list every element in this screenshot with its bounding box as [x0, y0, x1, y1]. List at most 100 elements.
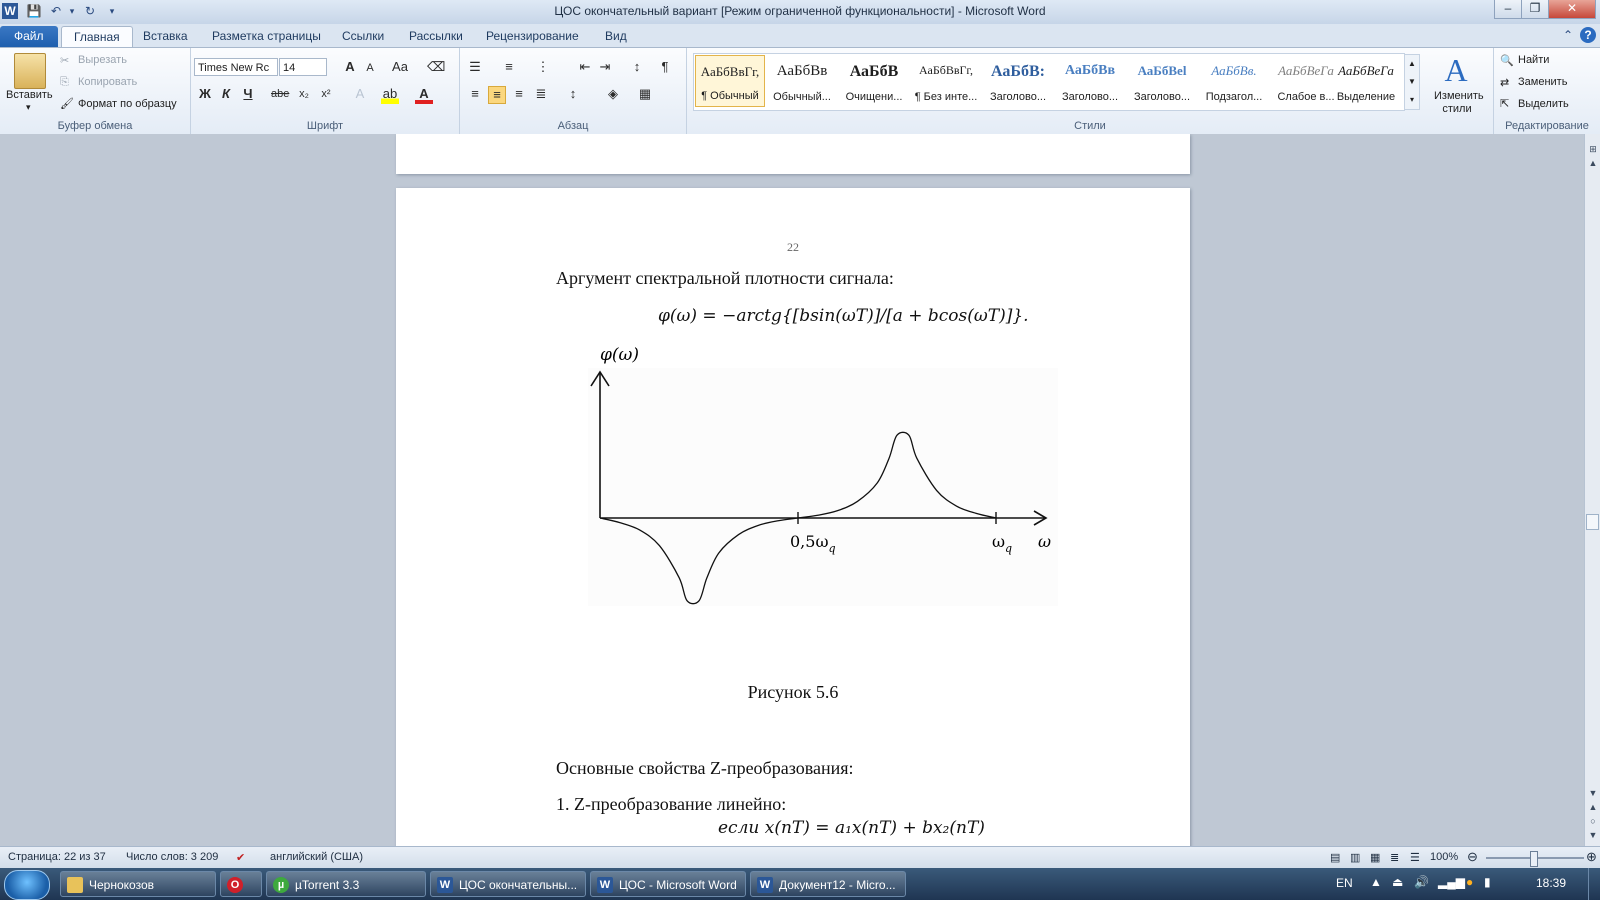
borders-icon[interactable]: ▦	[636, 86, 654, 104]
align-right-icon[interactable]: ≡	[510, 86, 528, 104]
tab-review[interactable]: Рецензирование	[474, 26, 591, 47]
decrease-indent-icon[interactable]: ⇤	[576, 59, 594, 77]
proofing-icon[interactable]: ✔	[236, 851, 245, 864]
numbering-icon[interactable]: ≡	[500, 59, 518, 77]
browse-object-button[interactable]: ○	[1585, 814, 1600, 828]
align-left-icon[interactable]: ≡	[466, 86, 484, 104]
show-desktop-button[interactable]	[1588, 868, 1600, 900]
show-hidden-icons-icon[interactable]: ▲	[1370, 875, 1382, 889]
document-page[interactable]: 22 Аргумент спектральной плотности сигна…	[396, 188, 1190, 846]
taskbar-item-opera[interactable]: O	[220, 871, 262, 897]
tab-insert[interactable]: Вставка	[131, 26, 200, 47]
multilevel-list-icon[interactable]: ⋮	[534, 59, 552, 77]
tray-battery-icon[interactable]: ▮	[1484, 875, 1491, 889]
bullets-icon[interactable]: ☰	[466, 59, 484, 77]
replace-button[interactable]: Заменить	[1518, 76, 1567, 88]
bold-button[interactable]: Ж	[196, 86, 214, 104]
style-emphasis[interactable]: АаБбВеГа Выделение	[1331, 55, 1401, 107]
style-normal[interactable]: АаБбВвГг, ¶ Обычный	[695, 55, 765, 107]
page-count[interactable]: Страница: 22 из 37	[8, 851, 106, 863]
document-area[interactable]: 22 Аргумент спектральной плотности сигна…	[0, 134, 1584, 846]
tab-home[interactable]: Главная	[61, 26, 133, 48]
scroll-up-button[interactable]: ▲	[1585, 156, 1600, 170]
tab-references[interactable]: Ссылки	[330, 26, 396, 47]
style-heading-2[interactable]: АаБбВв Заголово...	[1055, 55, 1125, 107]
grow-font-icon[interactable]: A	[341, 59, 359, 77]
paste-icon[interactable]	[14, 53, 46, 89]
increase-indent-icon[interactable]: ⇥	[596, 59, 614, 77]
superscript-button[interactable]: x²	[317, 86, 335, 104]
taskbar-item-explorer[interactable]: Чернокозов	[60, 871, 216, 897]
style-heading-1[interactable]: АаБбВ: Заголово...	[983, 55, 1053, 107]
style-no-spacing[interactable]: АаБбВвГг, ¶ Без инте...	[911, 55, 981, 107]
cut-button[interactable]: Вырезать	[78, 54, 127, 66]
network-icon[interactable]: ▂▄▆	[1438, 875, 1465, 889]
text-effects-icon[interactable]: A	[351, 86, 369, 104]
language-indicator[interactable]: английский (США)	[270, 851, 363, 863]
underline-button[interactable]: Ч	[239, 86, 257, 104]
find-button[interactable]: Найти	[1518, 54, 1549, 66]
change-case-icon[interactable]: Aa	[391, 59, 409, 77]
clear-formatting-icon[interactable]: ⌫	[427, 59, 445, 77]
zoom-in-button[interactable]: ⊕	[1586, 849, 1597, 865]
close-button[interactable]: ✕	[1548, 0, 1596, 19]
scroll-down-button[interactable]: ▼	[1585, 786, 1600, 800]
strikethrough-button[interactable]: abe	[271, 86, 289, 104]
font-size-select[interactable]: 14	[279, 58, 327, 76]
previous-page-button[interactable]: ▲	[1585, 800, 1600, 814]
style-clear[interactable]: АаБбВ Очищени...	[839, 55, 909, 107]
paste-dropdown-icon[interactable]: ▾	[26, 102, 31, 113]
print-layout-icon[interactable]: ▤	[1330, 851, 1340, 864]
vertical-scrollbar[interactable]: ⊞ ▲ ▼ ▲ ○ ▼	[1584, 134, 1600, 846]
copy-button[interactable]: Копировать	[78, 76, 137, 88]
tab-view[interactable]: Вид	[593, 26, 639, 47]
sort-icon[interactable]: ↕	[628, 59, 646, 77]
paste-button[interactable]: Вставить	[6, 89, 53, 101]
web-layout-icon[interactable]: ▦	[1370, 851, 1380, 864]
subscript-button[interactable]: x₂	[295, 86, 313, 104]
taskbar-item-word-3[interactable]: W Документ12 - Micro...	[750, 871, 906, 897]
change-styles-icon[interactable]: A	[1438, 52, 1474, 88]
font-family-select[interactable]: Times New Rc	[194, 58, 278, 76]
italic-button[interactable]: К	[217, 86, 235, 104]
tab-page-layout[interactable]: Разметка страницы	[200, 26, 333, 47]
tray-usb-icon[interactable]: ⏏	[1392, 875, 1403, 889]
minimize-ribbon-icon[interactable]: ⌃	[1560, 27, 1576, 43]
clock[interactable]: 18:39	[1536, 876, 1566, 890]
zoom-out-button[interactable]: ⊖	[1467, 849, 1478, 865]
align-center-icon[interactable]: ≡	[488, 86, 506, 104]
style-subtitle[interactable]: АаБбВв. Подзагол...	[1199, 55, 1269, 107]
restore-button[interactable]: ❐	[1521, 0, 1549, 19]
taskbar-item-word-1[interactable]: W ЦОС окончательны...	[430, 871, 586, 897]
start-button[interactable]	[4, 870, 50, 900]
change-styles-button[interactable]: Изменить стили	[1434, 90, 1484, 116]
next-page-button[interactable]: ▼	[1585, 828, 1600, 842]
justify-icon[interactable]: ≣	[532, 86, 550, 104]
taskbar-item-word-2[interactable]: W ЦОС - Microsoft Word	[590, 871, 746, 897]
shrink-font-icon[interactable]: A	[361, 60, 379, 78]
full-screen-icon[interactable]: ▥	[1350, 851, 1360, 864]
tab-file[interactable]: Файл	[0, 26, 58, 47]
help-icon[interactable]: ?	[1580, 27, 1596, 43]
style-normal-2[interactable]: АаБбВв Обычный...	[767, 55, 837, 107]
shading-icon[interactable]: ◈	[604, 86, 622, 104]
draft-icon[interactable]: ☰	[1410, 851, 1420, 864]
style-heading-3[interactable]: АаБбВеl Заголово...	[1127, 55, 1197, 107]
line-spacing-icon[interactable]: ↕	[564, 86, 582, 104]
font-color-icon[interactable]: A	[415, 86, 433, 104]
tab-mailings[interactable]: Рассылки	[397, 26, 475, 47]
ruler-toggle-icon[interactable]: ⊞	[1585, 142, 1600, 156]
show-formatting-icon[interactable]: ¶	[656, 59, 674, 77]
zoom-slider-thumb[interactable]	[1530, 851, 1538, 867]
tray-app-icon[interactable]: ●	[1466, 875, 1473, 889]
styles-gallery-scroll[interactable]: ▲ ▼ ▾	[1404, 54, 1420, 110]
scroll-thumb[interactable]	[1586, 514, 1599, 530]
format-painter-button[interactable]: Формат по образцу	[78, 98, 177, 110]
volume-icon[interactable]: 🔊	[1414, 875, 1429, 889]
select-button[interactable]: Выделить	[1518, 98, 1569, 110]
zoom-level[interactable]: 100%	[1430, 851, 1458, 863]
taskbar-item-utorrent[interactable]: µ µTorrent 3.3	[266, 871, 426, 897]
word-count[interactable]: Число слов: 3 209	[126, 851, 218, 863]
input-language[interactable]: EN	[1336, 876, 1353, 890]
outline-icon[interactable]: ≣	[1390, 851, 1399, 864]
